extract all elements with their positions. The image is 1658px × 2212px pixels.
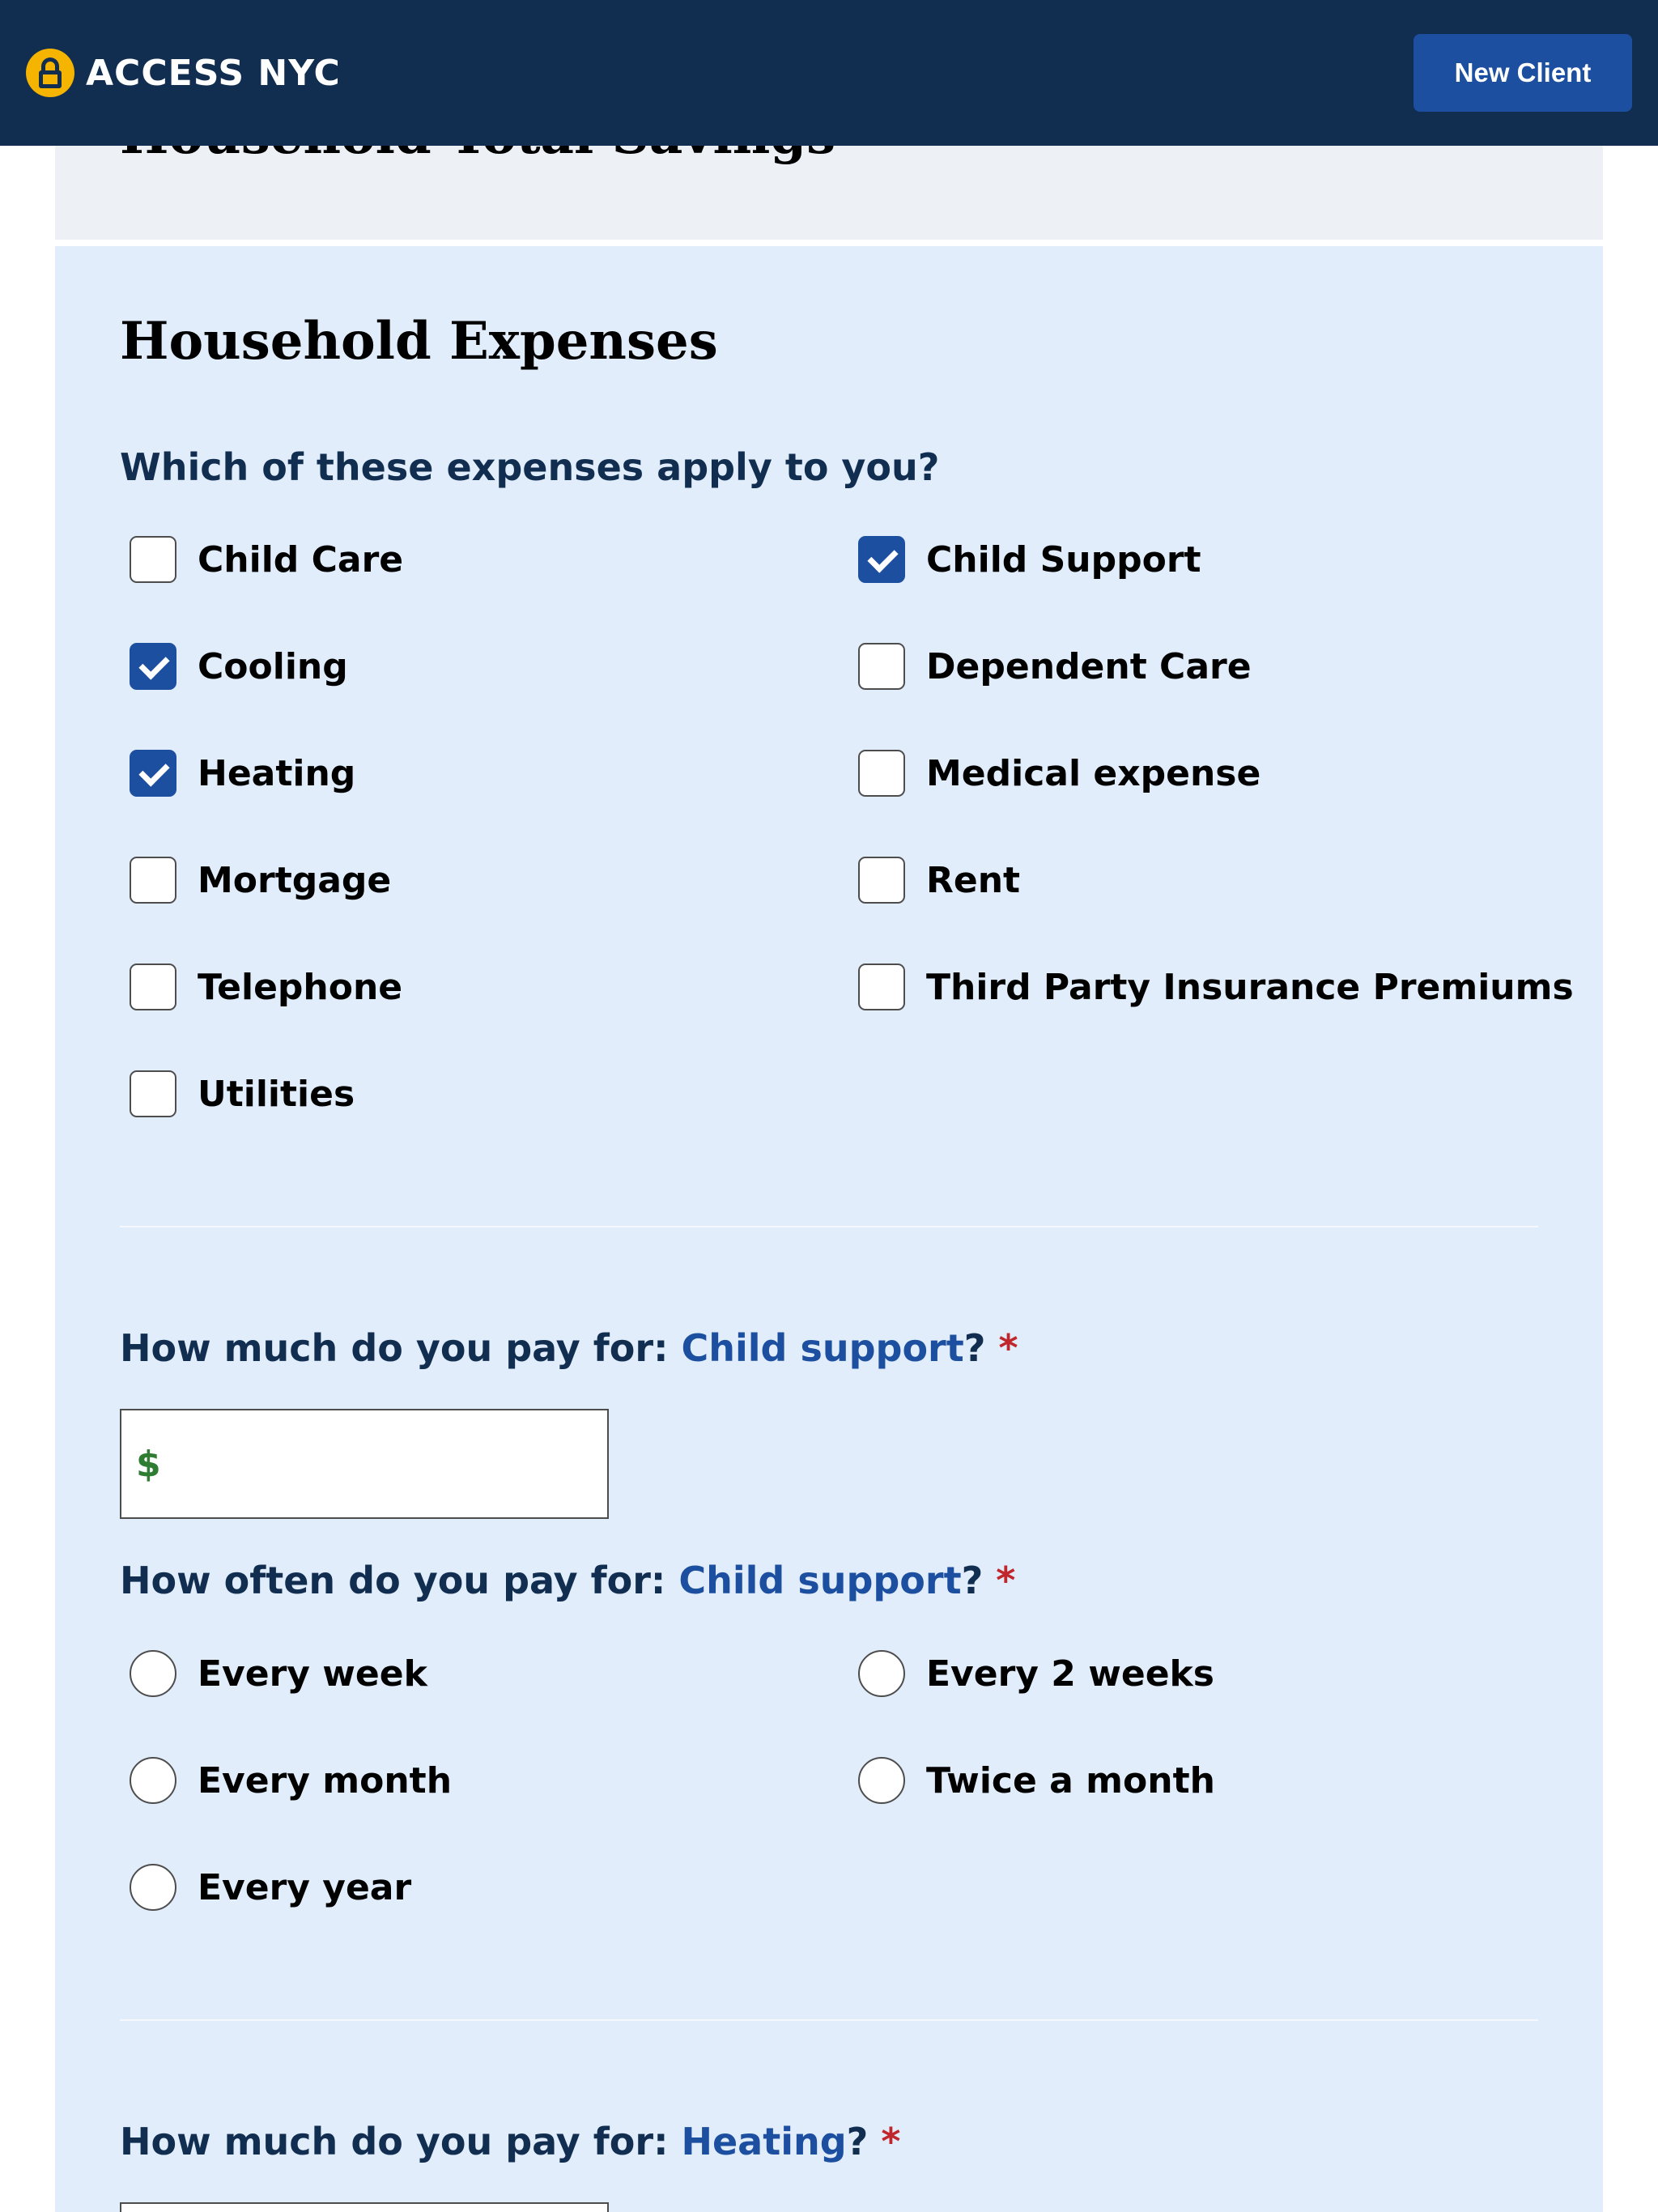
radio-circle[interactable] — [858, 1757, 905, 1804]
question-mark: ? — [846, 2120, 869, 2163]
radio-circle[interactable] — [130, 1650, 176, 1697]
checkbox-label: Rent — [926, 859, 1021, 901]
section-divider — [120, 2019, 1538, 2021]
checkbox-child-care[interactable]: Child Care — [130, 536, 403, 583]
question-mark: ? — [963, 1326, 986, 1370]
expenses-question: Which of these expenses apply to you? — [120, 445, 940, 489]
checkbox-box-checked[interactable] — [130, 750, 176, 797]
dollar-sign: $ — [136, 1443, 161, 1485]
checkbox-box-checked[interactable] — [858, 536, 905, 583]
checkbox-dependent-care[interactable]: Dependent Care — [858, 643, 1252, 690]
radio-every-month[interactable]: Every month — [130, 1757, 452, 1804]
checkbox-box[interactable] — [130, 963, 176, 1010]
required-asterisk: * — [998, 1326, 1018, 1370]
checkbox-box-checked[interactable] — [130, 643, 176, 690]
checkbox-box[interactable] — [130, 536, 176, 583]
checkbox-mortgage[interactable]: Mortgage — [130, 857, 391, 904]
checkbox-third-party-insurance[interactable]: Third Party Insurance Premiums — [858, 963, 1574, 1010]
checkbox-box[interactable] — [858, 643, 905, 690]
checkbox-label: Mortgage — [198, 859, 392, 901]
required-asterisk: * — [881, 2120, 901, 2163]
radio-label: Twice a month — [926, 1759, 1215, 1802]
radio-label: Every week — [198, 1653, 427, 1695]
radio-circle[interactable] — [130, 1757, 176, 1804]
checkbox-telephone[interactable]: Telephone — [130, 963, 402, 1010]
radio-every-year[interactable]: Every year — [130, 1864, 411, 1911]
radio-circle[interactable] — [130, 1864, 176, 1911]
checkbox-utilities[interactable]: Utilities — [130, 1070, 355, 1117]
heating-amount-question: How much do you pay for: Heating? * — [120, 2120, 900, 2163]
radio-label: Every month — [198, 1759, 453, 1802]
radio-every-week[interactable]: Every week — [130, 1650, 427, 1697]
required-asterisk: * — [996, 1559, 1016, 1602]
checkbox-label: Cooling — [198, 645, 348, 687]
child-support-amount-field[interactable]: $ — [120, 1409, 609, 1519]
question-text: How much do you pay for: — [120, 2120, 682, 2163]
child-support-frequency-question: How often do you pay for: Child support?… — [120, 1559, 1015, 1602]
child-support-amount-input[interactable] — [170, 1410, 592, 1517]
checkbox-box[interactable] — [858, 750, 905, 797]
question-mark: ? — [961, 1559, 984, 1602]
question-item: Child support — [678, 1559, 962, 1602]
question-text: How often do you pay for: — [120, 1559, 679, 1602]
checkbox-child-support[interactable]: Child Support — [858, 536, 1201, 583]
expenses-section-title: Household Expenses — [120, 311, 718, 372]
section-divider — [120, 1226, 1538, 1227]
checkbox-label: Heating — [198, 752, 356, 794]
checkbox-cooling[interactable]: Cooling — [130, 643, 348, 690]
radio-twice-a-month[interactable]: Twice a month — [858, 1757, 1215, 1804]
checkbox-medical-expense[interactable]: Medical expense — [858, 750, 1261, 797]
checkbox-label: Child Care — [198, 538, 404, 581]
radio-label: Every year — [198, 1866, 412, 1908]
checkbox-heating[interactable]: Heating — [130, 750, 355, 797]
checkbox-box[interactable] — [130, 857, 176, 904]
question-item: Child support — [681, 1326, 964, 1370]
top-nav-bar: ACCESS NYC New Client — [0, 0, 1658, 146]
checkbox-label: Medical expense — [926, 752, 1261, 794]
child-support-amount-question: How much do you pay for: Child support? … — [120, 1326, 1018, 1370]
radio-label: Every 2 weeks — [926, 1653, 1214, 1695]
radio-every-2-weeks[interactable]: Every 2 weeks — [858, 1650, 1214, 1697]
checkbox-box[interactable] — [858, 857, 905, 904]
checkbox-box[interactable] — [858, 963, 905, 1010]
checkbox-label: Third Party Insurance Premiums — [926, 966, 1574, 1008]
checkbox-label: Telephone — [198, 966, 403, 1008]
question-text: How much do you pay for: — [120, 1326, 682, 1370]
checkbox-label: Child Support — [926, 538, 1201, 581]
access-nyc-logo[interactable]: ACCESS NYC — [26, 49, 341, 97]
expenses-panel: Household Expenses Which of these expens… — [55, 246, 1603, 2212]
checkbox-rent[interactable]: Rent — [858, 857, 1020, 904]
heating-amount-field[interactable] — [120, 2202, 609, 2212]
checkbox-box[interactable] — [130, 1070, 176, 1117]
app-name: ACCESS NYC — [86, 52, 341, 94]
lock-icon — [26, 49, 74, 97]
radio-circle[interactable] — [858, 1650, 905, 1697]
checkbox-label: Dependent Care — [926, 645, 1252, 687]
question-item: Heating — [681, 2120, 847, 2163]
new-client-button[interactable]: New Client — [1414, 34, 1632, 112]
checkbox-label: Utilities — [198, 1073, 355, 1115]
